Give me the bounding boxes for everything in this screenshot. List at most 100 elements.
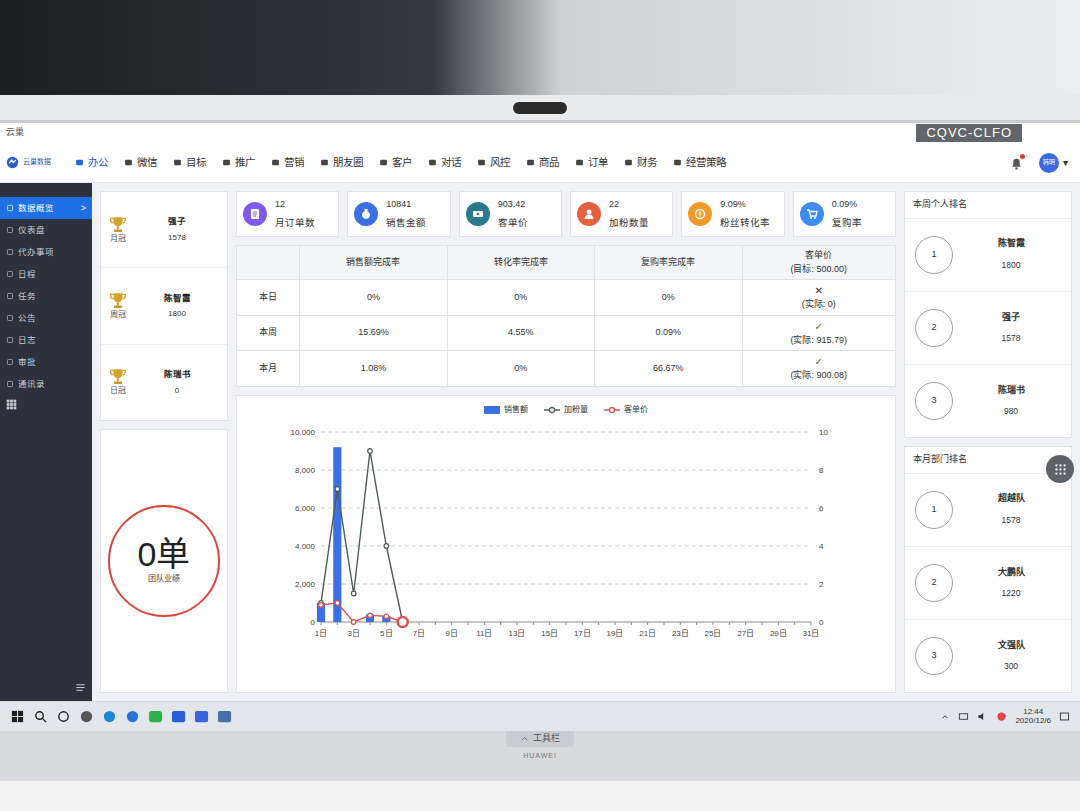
search-icon[interactable] bbox=[33, 709, 48, 724]
user-icon bbox=[581, 206, 597, 222]
sidebar-item[interactable]: 审批 bbox=[0, 351, 92, 373]
x-axis-label: 11日 bbox=[476, 629, 492, 638]
sidebar: 数据概览> 仪表盘代办事项日程任务公告日志审批通讯录 bbox=[0, 183, 92, 701]
apps-button[interactable] bbox=[0, 395, 92, 417]
table-cell: 15.69% bbox=[300, 315, 447, 351]
app-window-icon[interactable] bbox=[171, 709, 186, 724]
windows-icon[interactable] bbox=[10, 709, 25, 724]
stat-text: 0.09%复购率 bbox=[832, 198, 862, 230]
x-axis-label: 5日 bbox=[380, 629, 392, 638]
task-view-icon[interactable] bbox=[56, 709, 71, 724]
nav-item[interactable]: 微信 bbox=[124, 155, 157, 171]
caret[interactable]: ▾ bbox=[1063, 155, 1068, 170]
legend-label: 销售额 bbox=[504, 404, 528, 416]
quick-menu-button[interactable] bbox=[1046, 455, 1074, 483]
right-column: 本周个人排名1陈智霞18002强子15783陈瑞书980本月部门排名1超越队15… bbox=[904, 191, 1072, 693]
nav-item[interactable]: 订单 bbox=[575, 155, 608, 171]
x-axis-label: 7日 bbox=[413, 629, 425, 638]
system-tray: 12:442020/12/6 bbox=[940, 708, 1070, 726]
right-axis-tick: 0 bbox=[819, 618, 824, 627]
rank-value: 1800 bbox=[1002, 259, 1021, 272]
legend-item[interactable]: 加粉量 bbox=[544, 404, 588, 416]
notifications[interactable] bbox=[1010, 155, 1023, 170]
x-tick bbox=[435, 622, 436, 625]
sidebar-item[interactable]: 日程 bbox=[0, 263, 92, 285]
ranking-item: 3文强队300 bbox=[905, 620, 1071, 692]
table-cell: 0% bbox=[447, 280, 594, 316]
check-mark: ✓ bbox=[747, 354, 891, 369]
nav-item[interactable]: 朋友圈 bbox=[320, 155, 363, 171]
header-cell: 客单价(目标: 500.00) bbox=[742, 246, 895, 280]
brand-name: HUAWEI bbox=[523, 751, 557, 762]
nav-item[interactable]: 商品 bbox=[526, 155, 559, 171]
nav-item[interactable]: 风控 bbox=[477, 155, 510, 171]
nav-item[interactable]: 经营策略 bbox=[673, 155, 726, 171]
clock[interactable]: 12:442020/12/6 bbox=[1015, 708, 1051, 726]
volume-icon[interactable] bbox=[977, 711, 988, 722]
x-axis-label: 27日 bbox=[737, 629, 754, 638]
nav-label: 办公 bbox=[88, 155, 108, 171]
network-icon[interactable] bbox=[958, 711, 969, 722]
app-window-icon[interactable] bbox=[194, 709, 209, 724]
app-icon[interactable] bbox=[79, 709, 94, 724]
sidebar-item[interactable]: 通讯录 bbox=[0, 373, 92, 395]
x-tick bbox=[549, 622, 550, 625]
nav-item[interactable]: 财务 bbox=[624, 155, 657, 171]
legend-item[interactable]: 销售额 bbox=[484, 404, 528, 416]
target-cell: ✕(实际: 0) bbox=[742, 280, 895, 316]
rank-info: 陈智霞1800 bbox=[961, 237, 1061, 271]
sidebar-item[interactable]: 数据概览> bbox=[0, 197, 92, 219]
sidebar-item[interactable]: 代办事项 bbox=[0, 241, 92, 263]
browser-icon[interactable] bbox=[125, 709, 140, 724]
champion-row: 日冠陈瑞书0 bbox=[101, 345, 227, 420]
language-icon[interactable] bbox=[996, 711, 1007, 722]
nav-label: 商品 bbox=[539, 155, 559, 171]
sidebar-item[interactable]: 公告 bbox=[0, 307, 92, 329]
menu-item-icon bbox=[6, 226, 14, 234]
target-icon bbox=[173, 158, 182, 167]
data-point bbox=[319, 602, 324, 607]
collapse-button[interactable] bbox=[0, 679, 92, 701]
target-value: (目标: 500.00) bbox=[747, 263, 891, 277]
logo[interactable]: 云巢数据 bbox=[6, 156, 51, 169]
edge-icon[interactable] bbox=[102, 709, 117, 724]
right-axis-tick: 6 bbox=[819, 504, 824, 513]
nav-item[interactable]: 办公 bbox=[75, 155, 108, 171]
nav-item[interactable]: 客户 bbox=[379, 155, 412, 171]
user-menu[interactable]: 韩明 ▾ bbox=[1039, 153, 1068, 173]
legend-item[interactable]: 客单价 bbox=[604, 404, 648, 416]
nav-item[interactable]: 营销 bbox=[271, 155, 304, 171]
nav-item[interactable]: 目标 bbox=[173, 155, 206, 171]
nav-item[interactable]: 推广 bbox=[222, 155, 255, 171]
stat-label: 加粉数量 bbox=[609, 216, 649, 230]
menu-item-icon bbox=[6, 336, 14, 344]
avatar[interactable]: 韩明 bbox=[1039, 153, 1059, 173]
floor bbox=[0, 781, 1080, 811]
sidebar-label: 仪表盘 bbox=[18, 224, 86, 237]
wechat-icon[interactable] bbox=[148, 709, 163, 724]
sidebar-item[interactable]: 日志 bbox=[0, 329, 92, 351]
x-tick bbox=[713, 622, 714, 625]
chevron-up-icon[interactable] bbox=[940, 712, 950, 722]
app-window-icon[interactable] bbox=[217, 709, 232, 724]
x-tick bbox=[762, 622, 763, 625]
toolbar-tab[interactable]: 工具栏 bbox=[506, 731, 574, 747]
x-tick bbox=[500, 622, 501, 625]
sidebar-item[interactable]: 任务 bbox=[0, 285, 92, 307]
rank-badge: 3 bbox=[915, 382, 953, 420]
sidebar-item[interactable]: 仪表盘 bbox=[0, 219, 92, 241]
champion-value: 0 bbox=[175, 385, 179, 397]
line-swatch-icon bbox=[544, 405, 560, 415]
x-axis-label: 19日 bbox=[607, 629, 624, 638]
nav-item[interactable]: 对话 bbox=[428, 155, 461, 171]
table-row: 本月1.08%0%66.67%✓(实际: 900.08) bbox=[237, 351, 896, 387]
stat-value: 12 bbox=[275, 198, 315, 212]
x-tick bbox=[680, 622, 681, 625]
menu-lines-icon bbox=[75, 682, 86, 693]
notification-icon[interactable] bbox=[1059, 711, 1070, 722]
header-cell: 转化率完成率 bbox=[447, 246, 594, 280]
series-line bbox=[321, 451, 403, 622]
rank-info: 超越队1578 bbox=[961, 492, 1061, 526]
rank-value: 1578 bbox=[1002, 514, 1021, 527]
